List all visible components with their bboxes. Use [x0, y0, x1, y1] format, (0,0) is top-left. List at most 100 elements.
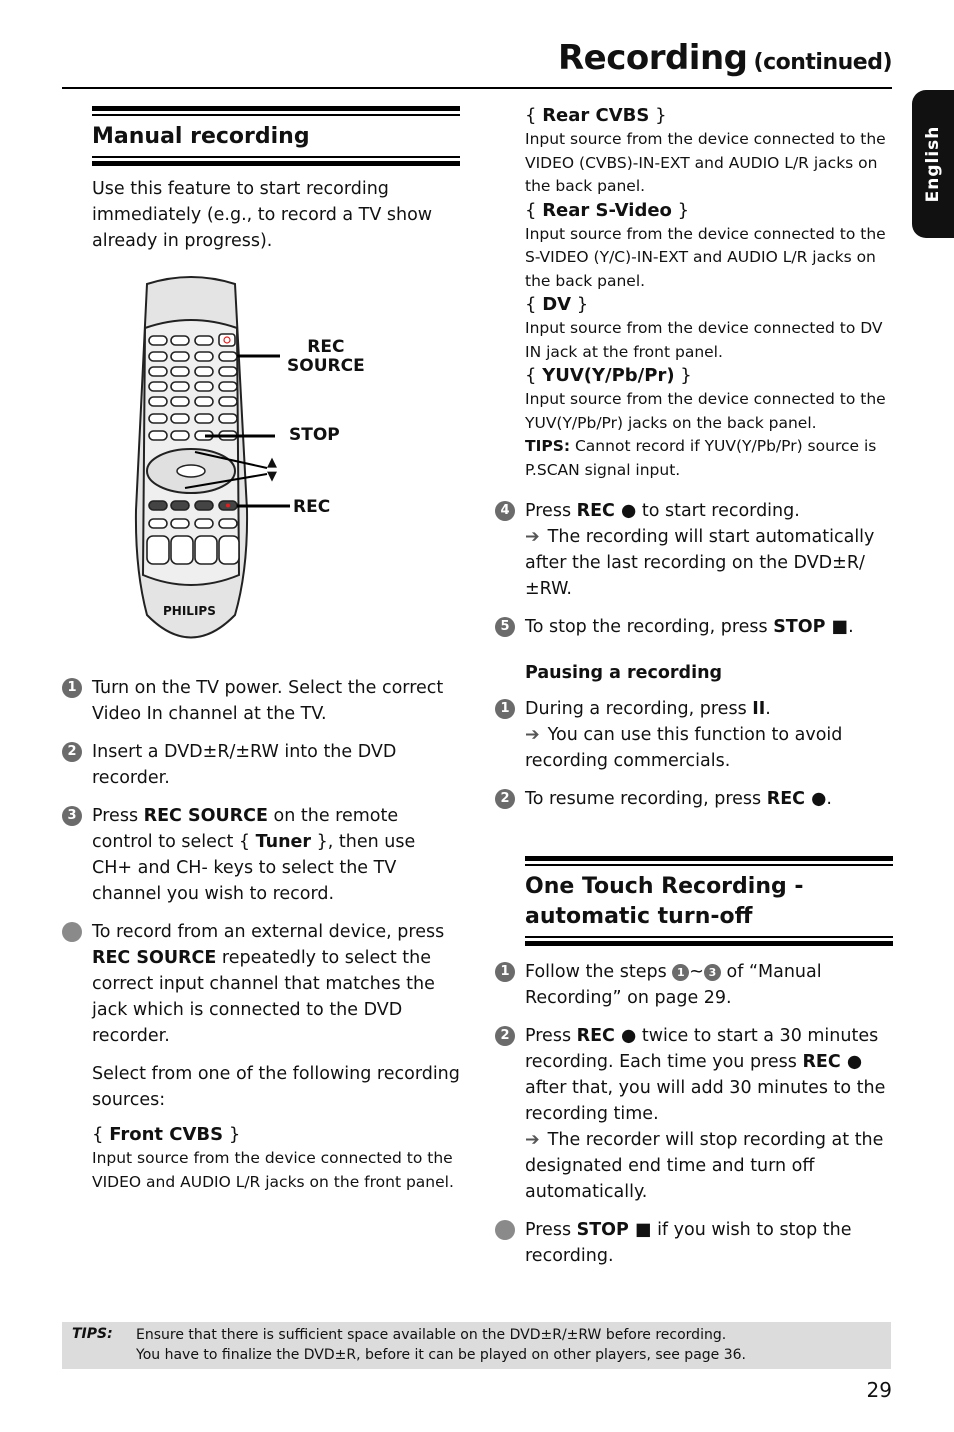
- callout-stop: STOP: [289, 425, 340, 445]
- remote-brand-logo: PHILIPS: [163, 604, 216, 618]
- text: .: [826, 789, 832, 809]
- step-number-icon: 2: [495, 1026, 515, 1046]
- step-text: Insert a DVD±R/±RW into the DVD recorder…: [92, 742, 397, 788]
- text: Press: [92, 806, 144, 826]
- manual-recording-section: Manual recording Use this feature to sta…: [92, 106, 460, 254]
- down-arrow-icon: ▼: [267, 469, 277, 484]
- bold-text: REC ●: [766, 789, 827, 809]
- step-number-icon: 4: [495, 501, 515, 521]
- tip-text: Cannot record if YUV(Y/Pb/Pr) source is …: [525, 437, 877, 479]
- title-line: automatic turn-off: [525, 904, 753, 929]
- source-desc: Input source from the device connected t…: [525, 224, 886, 290]
- source-name: YUV(Y/Pb/Pr): [542, 365, 675, 386]
- text: ~: [689, 962, 704, 982]
- section-title: One Touch Recording - automatic turn-off: [525, 866, 893, 936]
- source-rear-s-video: { Rear S-Video } Input source from the de…: [525, 199, 893, 294]
- step-text: Turn on the TV power. Select the correct…: [92, 678, 444, 724]
- callout-rec-source-line2: SOURCE: [287, 356, 365, 376]
- text: During a recording, press: [525, 699, 753, 719]
- section-rule-bottom: [92, 156, 460, 166]
- step-5: 5 To stop the recording, press STOP ■.: [495, 614, 893, 640]
- bullet-icon: [62, 922, 82, 942]
- bullet-external-device: To record from an external device, press…: [62, 919, 460, 1049]
- step-ref-icon: 3: [703, 964, 721, 981]
- bold-text: REC ●: [576, 1026, 637, 1046]
- one-touch-step-2: 2 Press REC ● twice to start a 30 minutes…: [495, 1023, 893, 1205]
- arrow-right-icon: ➔: [525, 725, 540, 745]
- bold-text: REC ●: [802, 1052, 863, 1072]
- source-yuv: { YUV(Y/Pb/Pr) } Input source from the de…: [525, 364, 893, 435]
- source-name: Rear S-Video: [542, 199, 672, 221]
- header-rule: [62, 87, 892, 89]
- source-heading: { Front CVBS }: [92, 1124, 241, 1145]
- pause-icon: II: [752, 699, 766, 719]
- tips-line: You have to finalize the DVD±R, before i…: [136, 1346, 746, 1363]
- source-desc: Input source from the device connected t…: [525, 390, 886, 432]
- source-name: Rear CVBS: [542, 105, 650, 126]
- step-number-icon: 1: [62, 678, 82, 698]
- result-text: The recording will start automatically a…: [525, 527, 875, 599]
- up-arrow-icon: ▲: [267, 455, 277, 470]
- text: To resume recording, press: [525, 789, 767, 809]
- step-number-icon: 5: [495, 617, 515, 637]
- bold-text: REC SOURCE: [143, 806, 268, 826]
- section-title: Manual recording: [92, 124, 310, 149]
- source-heading: { Rear S-Video }: [525, 199, 690, 221]
- section-rule-top: [525, 856, 893, 866]
- remote-illustration: PHILIPS REC SOURCE STOP ▲ ▼ REC: [125, 270, 385, 655]
- sources-continued: { Rear CVBS } Input source from the devic…: [525, 104, 893, 482]
- pause-step-2: 2 To resume recording, press REC ●.: [495, 786, 893, 812]
- source-dv: { DV } Input source from the device conne…: [525, 293, 893, 364]
- one-touch-bullet: Press STOP ■ if you wish to stop the rec…: [495, 1217, 893, 1269]
- section-rule-top: [92, 106, 460, 116]
- step-number-icon: 3: [62, 806, 82, 826]
- tips-text: Ensure that there is sufficient space av…: [136, 1326, 746, 1365]
- intro-text: Use this feature to start recording imme…: [92, 179, 433, 251]
- one-touch-step-1: 1 Follow the steps 1 ~3 of “Manual Recordi…: [495, 959, 893, 1011]
- page-title: Recording (continued): [558, 38, 893, 78]
- tips-label: TIPS:: [72, 1326, 113, 1342]
- arrow-right-icon: ➔: [525, 1130, 540, 1150]
- select-sources-text: Select from one of the following recordi…: [92, 1064, 460, 1110]
- callout-rec: REC: [293, 497, 331, 517]
- footer-tips-box: TIPS: Ensure that there is sufficient sp…: [62, 1322, 891, 1369]
- section-rule-bottom: [525, 936, 893, 946]
- text: Press: [525, 1026, 577, 1046]
- bullet-icon: [495, 1220, 515, 1240]
- source-heading: { YUV(Y/Pb/Pr) }: [525, 365, 692, 386]
- step-number-icon: 1: [495, 699, 515, 719]
- one-touch-steps: 1 Follow the steps 1 ~3 of “Manual Recordi…: [495, 959, 893, 1281]
- title-line: One Touch Recording -: [525, 874, 804, 899]
- result-text: The recorder will stop recording at the …: [525, 1130, 884, 1202]
- source-name: Front CVBS: [109, 1124, 224, 1145]
- text: To record from an external device, press: [92, 922, 445, 942]
- arrow-right-icon: ➔: [525, 527, 540, 547]
- source-name: DV: [542, 294, 572, 315]
- pause-step-1: 1 During a recording, press II. ➔ You can u…: [495, 696, 893, 774]
- one-touch-section: One Touch Recording - automatic turn-off: [525, 856, 893, 946]
- yuv-tip: TIPS: Cannot record if YUV(Y/Pb/Pr) sour…: [525, 435, 893, 482]
- source-front-cvbs: { Front CVBS } Input source from the dev…: [62, 1123, 460, 1194]
- text: Press: [525, 501, 577, 521]
- bold-text: STOP ■: [773, 617, 849, 637]
- source-desc: Input source from the device connected t…: [525, 130, 886, 195]
- step-1: 1 Turn on the TV power. Select the correc…: [62, 675, 460, 727]
- callout-up-down: ▲ ▼: [267, 456, 277, 484]
- language-tab: English: [912, 90, 954, 238]
- manual-steps: 1 Turn on the TV power. Select the correc…: [62, 675, 460, 1194]
- callout-rec-source: REC SOURCE: [287, 338, 365, 376]
- source-heading: { DV }: [525, 294, 589, 315]
- step-number-icon: 1: [495, 962, 515, 982]
- source-heading: { Rear CVBS }: [525, 105, 667, 126]
- bold-text: Tuner: [255, 832, 312, 852]
- bold-text: REC SOURCE: [92, 948, 217, 968]
- language-tab-label: English: [923, 125, 943, 203]
- source-desc: Input source from the device connected t…: [525, 319, 883, 361]
- text: Press: [525, 1220, 577, 1240]
- text: to start recording.: [636, 501, 800, 521]
- bold-text: STOP ■: [576, 1220, 652, 1240]
- text: .: [765, 699, 771, 719]
- text: To stop the recording, press: [525, 617, 774, 637]
- step-2: 2 Insert a DVD±R/±RW into the DVD recorde…: [62, 739, 460, 791]
- tips-line: Ensure that there is sufficient space av…: [136, 1327, 727, 1343]
